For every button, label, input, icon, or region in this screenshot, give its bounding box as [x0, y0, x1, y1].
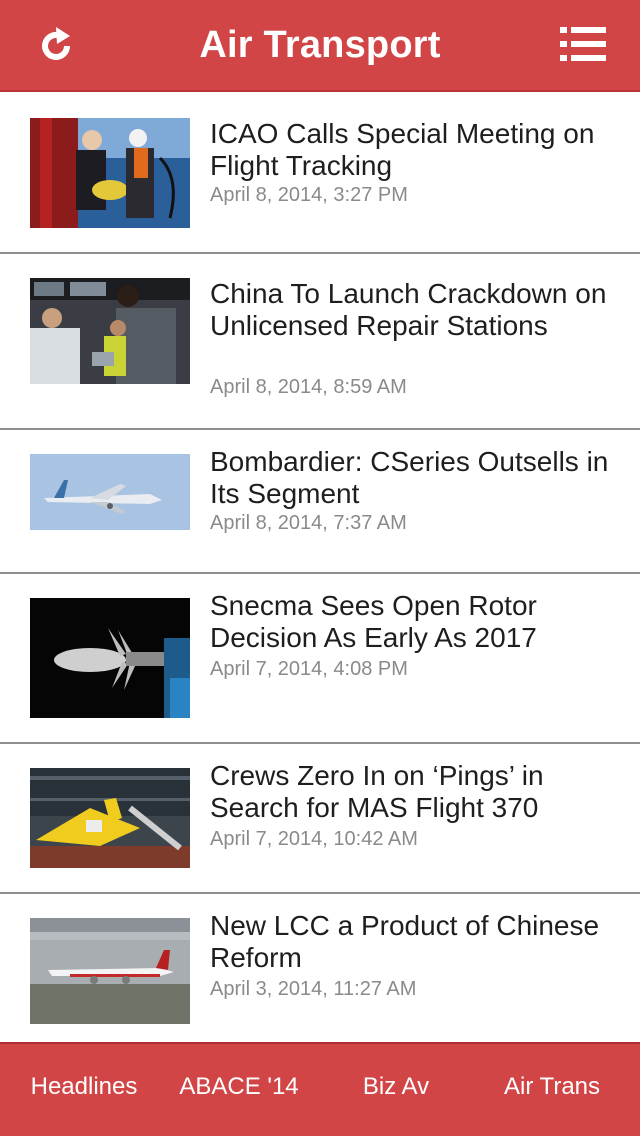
- article-row[interactable]: New LCC a Product of Chinese Reform Apri…: [0, 894, 640, 1042]
- article-thumbnail: [30, 454, 190, 530]
- article-list[interactable]: ICAO Calls Special Meeting on Flight Tra…: [0, 92, 640, 1042]
- article-row[interactable]: ICAO Calls Special Meeting on Flight Tra…: [0, 92, 640, 254]
- article-headline: New LCC a Product of Chinese Reform: [210, 910, 600, 973]
- article-thumbnail: [30, 118, 190, 228]
- tab-bar: Headlines ABACE '14 Biz Av Air Trans: [0, 1042, 640, 1136]
- article-headline: China To Launch Crackdown on Unlicensed …: [210, 278, 607, 341]
- article-headline: Snecma Sees Open Rotor Decision As Early…: [210, 590, 537, 653]
- article-row[interactable]: Crews Zero In on ‘Pings’ in Search for M…: [0, 744, 640, 894]
- article-date: April 3, 2014, 11:27 AM: [210, 978, 417, 1000]
- tab-biz-av[interactable]: Biz Av: [336, 1044, 456, 1136]
- tab-air-trans[interactable]: Air Trans: [486, 1044, 618, 1136]
- article-thumbnail: [30, 918, 190, 1024]
- tab-abace-14[interactable]: ABACE '14: [164, 1044, 314, 1136]
- article-date: April 8, 2014, 3:27 PM: [210, 184, 408, 206]
- article-row[interactable]: Bombardier: CSeries Outsells in Its Segm…: [0, 430, 640, 574]
- article-date: April 7, 2014, 4:08 PM: [210, 658, 408, 680]
- article-thumbnail: [30, 598, 190, 718]
- page-title: Air Transport: [199, 24, 441, 66]
- article-thumbnail: [30, 768, 190, 868]
- article-thumbnail: [30, 278, 190, 384]
- tab-headlines[interactable]: Headlines: [14, 1044, 154, 1136]
- list-menu-icon[interactable]: [560, 25, 606, 63]
- article-headline: Crews Zero In on ‘Pings’ in Search for M…: [210, 760, 544, 823]
- article-headline: Bombardier: CSeries Outsells in Its Segm…: [210, 446, 609, 509]
- navigation-bar: Air Transport: [0, 0, 640, 92]
- article-headline: ICAO Calls Special Meeting on Flight Tra…: [210, 118, 595, 181]
- article-date: April 8, 2014, 7:37 AM: [210, 512, 407, 534]
- article-row[interactable]: Snecma Sees Open Rotor Decision As Early…: [0, 574, 640, 744]
- article-date: April 8, 2014, 8:59 AM: [210, 376, 407, 398]
- article-date: April 7, 2014, 10:42 AM: [210, 828, 418, 850]
- article-row[interactable]: China To Launch Crackdown on Unlicensed …: [0, 254, 640, 430]
